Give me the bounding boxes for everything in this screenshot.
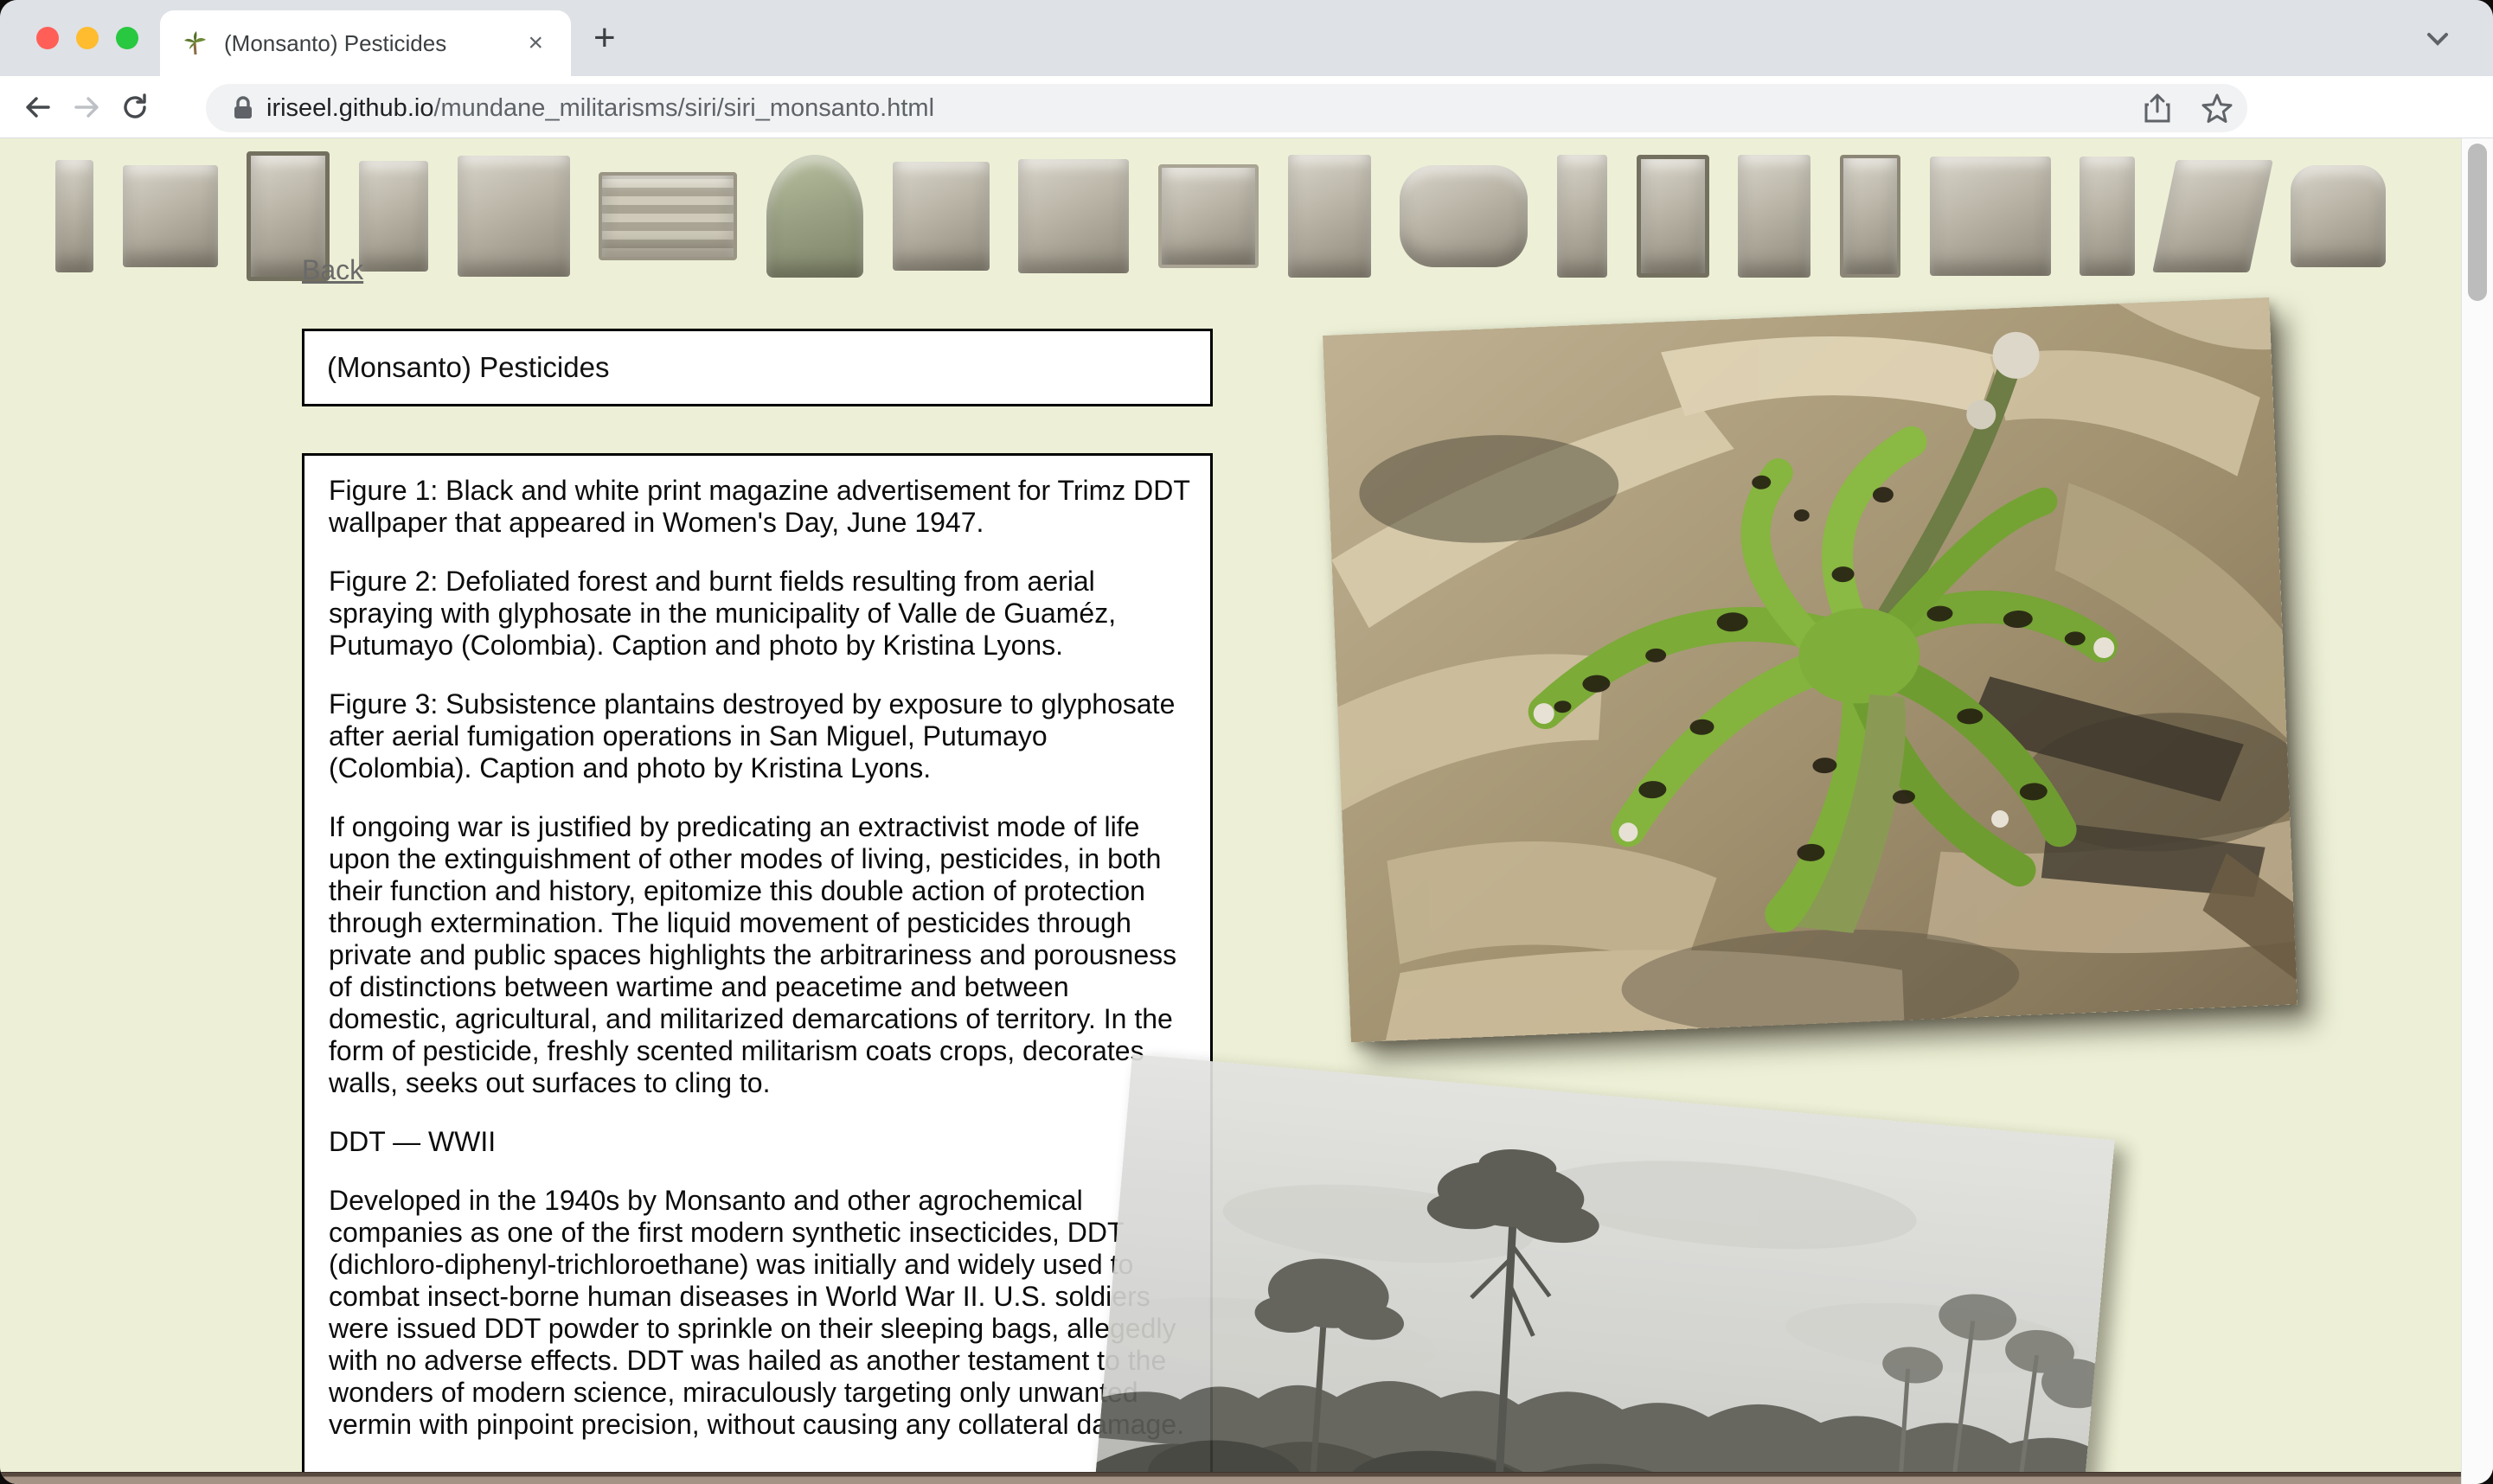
page-title: (Monsanto) Pesticides: [327, 351, 609, 384]
lock-icon: [232, 95, 254, 121]
figure3-caption: Figure 3: Subsistence plantains destroye…: [329, 688, 1191, 784]
close-window-button[interactable]: [36, 27, 59, 49]
reload-icon: [119, 92, 151, 123]
object-thumbnail-nav: [0, 147, 2441, 285]
soldier-figure-thumbnail[interactable]: [1288, 155, 1371, 278]
forward-arrow-icon: [71, 92, 102, 123]
intro-paragraph: If ongoing war is justified by predicati…: [329, 811, 1191, 1099]
minimize-window-button[interactable]: [76, 27, 99, 49]
ddt-wwii-heading: DDT — WWII: [329, 1126, 1191, 1158]
next-image-top-edge: [0, 1472, 2461, 1484]
address-bar-actions: [2144, 84, 2233, 132]
share-icon[interactable]: [2144, 93, 2171, 124]
reload-button[interactable]: [111, 83, 159, 131]
wagon-cart-thumbnail[interactable]: [893, 162, 990, 271]
back-button[interactable]: [14, 83, 62, 131]
propaganda-poster-thumbnail[interactable]: [1637, 155, 1709, 278]
browser-window: (Monsanto) Pesticides × +: [0, 0, 2493, 1484]
back-link[interactable]: Back: [302, 254, 363, 286]
palm-plant-thumbnail[interactable]: [766, 155, 863, 278]
ddt-wwii-paragraph: Developed in the 1940s by Monsanto and o…: [329, 1185, 1191, 1441]
folded-banner-thumbnail[interactable]: [458, 156, 570, 277]
page-content: Back (Monsanto) Pesticides Figure 1: Bla…: [0, 138, 2493, 1484]
new-tab-button[interactable]: +: [593, 19, 616, 57]
tall-poster-thumbnail[interactable]: [1840, 155, 1900, 278]
kneeling-figure-thumbnail[interactable]: [2080, 157, 2135, 276]
article-text-box: Figure 1: Black and white print magazine…: [302, 453, 1213, 1484]
page-title-box: (Monsanto) Pesticides: [302, 329, 1213, 406]
figure2-caption: Figure 2: Defoliated forest and burnt fi…: [329, 566, 1191, 662]
tab-close-icon[interactable]: ×: [522, 29, 548, 58]
armchair-thumbnail[interactable]: [2291, 165, 2386, 267]
zoom-window-button[interactable]: [116, 27, 138, 49]
scrollbar-thumb[interactable]: [2468, 144, 2487, 301]
figure1-caption: Figure 1: Black and white print magazine…: [329, 475, 1191, 539]
palm-plant-favicon-icon: [183, 30, 208, 56]
tab-strip: (Monsanto) Pesticides × +: [0, 0, 2493, 76]
url-path: /mundane_militarisms/siri/siri_monsanto.…: [433, 94, 934, 122]
bookmark-star-icon[interactable]: [2201, 93, 2233, 124]
road-sign-thumbnail[interactable]: [1018, 159, 1129, 273]
address-bar[interactable]: iriseel.github.io/mundane_militarisms/si…: [206, 84, 2247, 132]
poster-banner-thumbnail[interactable]: [55, 160, 93, 272]
chevron-down-icon[interactable]: [2420, 24, 2455, 54]
active-tab[interactable]: (Monsanto) Pesticides ×: [160, 10, 571, 76]
monument-tower-thumbnail[interactable]: [359, 161, 428, 272]
url-text: iriseel.github.io/mundane_militarisms/si…: [266, 94, 934, 123]
url-domain: iriseel.github.io: [266, 94, 433, 122]
sandals-thumbnail[interactable]: [1400, 165, 1528, 267]
defoliated-forest-photo: [1078, 1054, 2114, 1484]
window-controls: [36, 27, 138, 49]
plantains-photo: [1323, 297, 2298, 1042]
banknote-thumbnail[interactable]: [599, 172, 737, 260]
document-envelope-thumbnail[interactable]: [1930, 157, 2051, 276]
screenshot-stage: (Monsanto) Pesticides × +: [0, 0, 2493, 1484]
ration-box-c-thumbnail[interactable]: [1158, 164, 1259, 268]
printing-machine-thumbnail[interactable]: [123, 165, 218, 267]
gangway-ramp-thumbnail[interactable]: [2152, 160, 2273, 272]
tab-title: (Monsanto) Pesticides: [224, 30, 522, 57]
back-arrow-icon: [22, 92, 54, 123]
statue-figure-thumbnail[interactable]: [1557, 155, 1607, 278]
stacked-cans-thumbnail[interactable]: [1738, 155, 1810, 278]
forward-button[interactable]: [62, 83, 111, 131]
browser-toolbar: iriseel.github.io/mundane_militarisms/si…: [0, 76, 2493, 138]
page-scrollbar[interactable]: [2461, 138, 2493, 1484]
